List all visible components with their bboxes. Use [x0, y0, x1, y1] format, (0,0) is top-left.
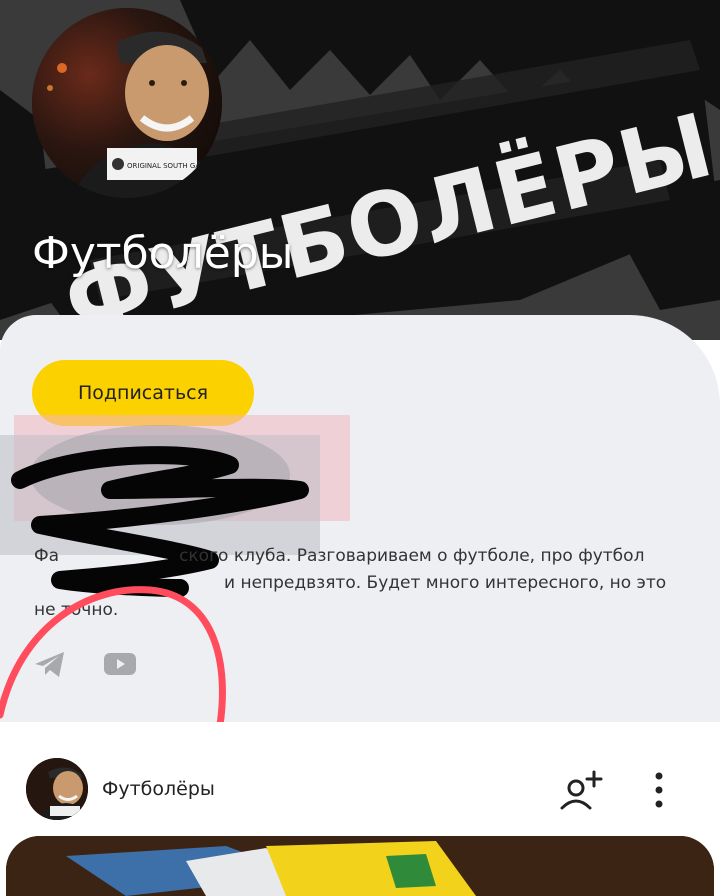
description-line-2: и непредвзято. Будет много интересного, … [224, 573, 667, 593]
description-line-1: Фа ского клуба. Разговариваем о футболе, … [34, 546, 645, 566]
youtube-icon[interactable] [103, 650, 137, 678]
channel-info-card: Подписаться Фа ского клуба. Разговариваем… [0, 315, 720, 788]
post-header: Футболёры [0, 722, 720, 837]
post-image[interactable] [6, 836, 714, 896]
channel-avatar: ORIGINAL SOUTH GANG [32, 8, 222, 198]
post-author-avatar[interactable] [26, 758, 88, 820]
description-line-3: не точно. [34, 600, 119, 620]
post-author-name[interactable]: Футболёры [102, 778, 215, 800]
add-friend-icon[interactable] [558, 768, 606, 812]
channel-banner: ФУТБОЛЁРЫ ORIGINAL SOUTH GANG Футболёры [0, 0, 720, 340]
channel-title: Футболёры [32, 228, 294, 279]
telegram-icon[interactable] [33, 650, 67, 680]
more-options-icon[interactable] [645, 770, 673, 810]
channel-description: Фа ского клуба. Разговариваем о футболе, … [34, 543, 684, 624]
